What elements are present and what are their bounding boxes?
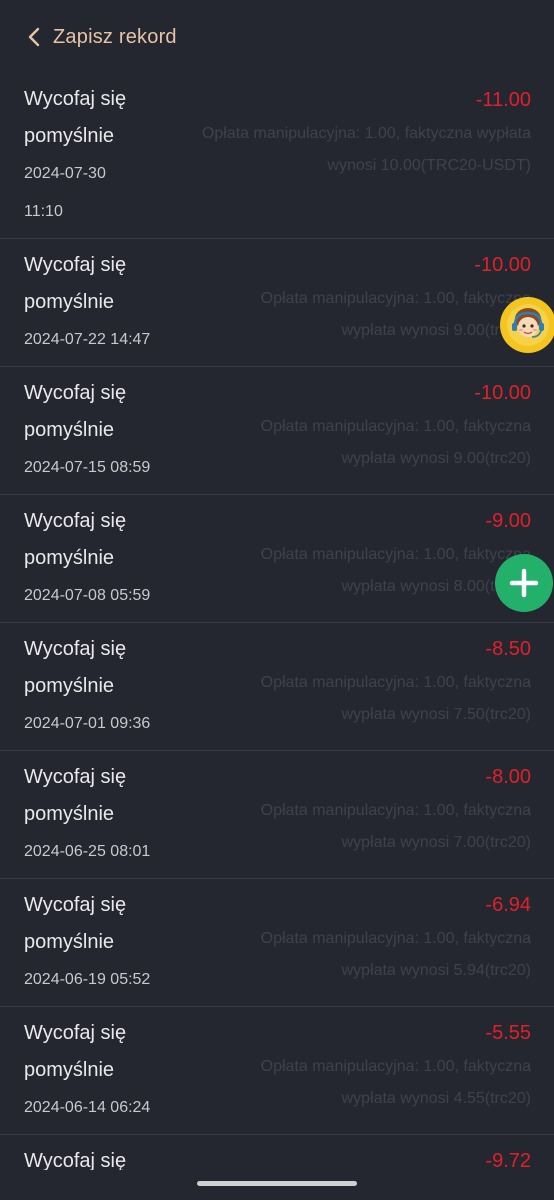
- record-status: Wycofaj się: [24, 254, 127, 276]
- record-amount: -10.00: [474, 254, 531, 276]
- record-status-line2: pomyślnie: [24, 675, 115, 697]
- record-status: Wycofaj się: [24, 88, 127, 110]
- record-status-line2: pomyślnie: [24, 547, 115, 569]
- record-fee-line2: wypłata wynosi 8.00(trc20): [341, 578, 531, 595]
- record-amount: -8.50: [485, 638, 531, 660]
- record-fee-line1: Opłata manipulacyjna: 1.00, faktyczna: [260, 930, 531, 947]
- record-status-line2: pomyślnie: [24, 931, 115, 953]
- record-date: 2024-06-14 06:24: [24, 1099, 151, 1116]
- system-navigation-bar: [0, 1170, 554, 1200]
- record-status-line2: pomyślnie: [24, 1059, 115, 1081]
- record-amount: -8.00: [485, 766, 531, 788]
- record-fee-line2: wypłata wynosi 7.00(trc20): [341, 834, 531, 851]
- record-date: 2024-07-08 05:59: [24, 587, 151, 604]
- withdrawal-record-list: Wycofaj się pomyślnie 2024-07-30 11:10 -…: [0, 74, 554, 1195]
- record-status-line2: pomyślnie: [24, 291, 115, 313]
- record-fee-line1: Opłata manipulacyjna: 1.00, faktyczna: [260, 674, 531, 691]
- record-date: 2024-06-19 05:52: [24, 971, 151, 988]
- record-fee-line2: wypłata wynosi 4.55(trc20): [341, 1090, 531, 1107]
- record-fee-line2: wypłata wynosi 9.00(trc20): [341, 450, 531, 467]
- list-item[interactable]: Wycofaj się pomyślnie 2024-07-15 08:59 -…: [0, 367, 554, 495]
- record-date: 2024-07-22 14:47: [24, 331, 151, 348]
- record-status: Wycofaj się: [24, 382, 127, 404]
- list-item[interactable]: Wycofaj się pomyślnie 2024-06-19 05:52 -…: [0, 879, 554, 1007]
- record-fee-line2: wypłata wynosi 7.50(trc20): [341, 706, 531, 723]
- record-fee-line2: wynosi 10.00(TRC20-USDT): [327, 157, 531, 174]
- record-status: Wycofaj się: [24, 894, 127, 916]
- record-date: 2024-07-15 08:59: [24, 459, 151, 476]
- record-amount: -9.00: [485, 510, 531, 532]
- home-indicator[interactable]: [197, 1181, 357, 1186]
- record-status-line2: pomyślnie: [24, 803, 115, 825]
- record-fee-line1: Opłata manipulacyjna: 1.00, faktyczna wy…: [201, 125, 531, 142]
- record-fee-line1: Opłata manipulacyjna: 1.00, faktyczna: [260, 418, 531, 435]
- list-item[interactable]: Wycofaj się pomyślnie 2024-06-14 06:24 -…: [0, 1007, 554, 1135]
- back-button[interactable]: Zapisz rekord: [26, 26, 177, 49]
- customer-support-avatar-icon: [507, 304, 549, 346]
- record-amount: -11.00: [475, 89, 531, 111]
- header: Zapisz rekord: [0, 0, 554, 74]
- list-item[interactable]: Wycofaj się pomyślnie 2024-07-01 09:36 -…: [0, 623, 554, 751]
- chevron-left-icon: [28, 27, 40, 47]
- list-item[interactable]: Wycofaj się pomyślnie 2024-07-08 05:59 -…: [0, 495, 554, 623]
- record-status: Wycofaj się: [24, 510, 127, 532]
- record-date: 2024-07-01 09:36: [24, 715, 151, 732]
- record-amount: -6.94: [485, 894, 531, 916]
- page-title: Zapisz rekord: [53, 25, 177, 48]
- customer-support-button[interactable]: [500, 297, 554, 353]
- add-button[interactable]: [495, 554, 553, 612]
- record-fee-line2: wypłata wynosi 9.00(trc20): [341, 322, 531, 339]
- record-time: 11:10: [24, 203, 63, 220]
- record-amount: -10.00: [474, 382, 531, 404]
- record-date: 2024-06-25 08:01: [24, 843, 151, 860]
- record-status: Wycofaj się: [24, 1022, 127, 1044]
- record-amount: -5.55: [485, 1022, 531, 1044]
- record-fee-line1: Opłata manipulacyjna: 1.00, faktyczna: [260, 802, 531, 819]
- record-status: Wycofaj się: [24, 766, 127, 788]
- record-status-line2: pomyślnie: [24, 419, 115, 441]
- list-item[interactable]: Wycofaj się pomyślnie 2024-06-25 08:01 -…: [0, 751, 554, 879]
- record-fee-line1: Opłata manipulacyjna: 1.00, faktyczna: [260, 1058, 531, 1075]
- list-item[interactable]: Wycofaj się pomyślnie 2024-07-22 14:47 -…: [0, 239, 554, 367]
- list-item[interactable]: Wycofaj się pomyślnie 2024-07-30 11:10 -…: [0, 74, 554, 239]
- record-fee-line1: Opłata manipulacyjna: 1.00, faktyczna: [260, 290, 531, 307]
- record-fee-line2: wypłata wynosi 5.94(trc20): [341, 962, 531, 979]
- record-status: Wycofaj się: [24, 638, 127, 660]
- plus-icon: [509, 568, 539, 598]
- record-fee-line1: Opłata manipulacyjna: 1.00, faktyczna: [260, 546, 531, 563]
